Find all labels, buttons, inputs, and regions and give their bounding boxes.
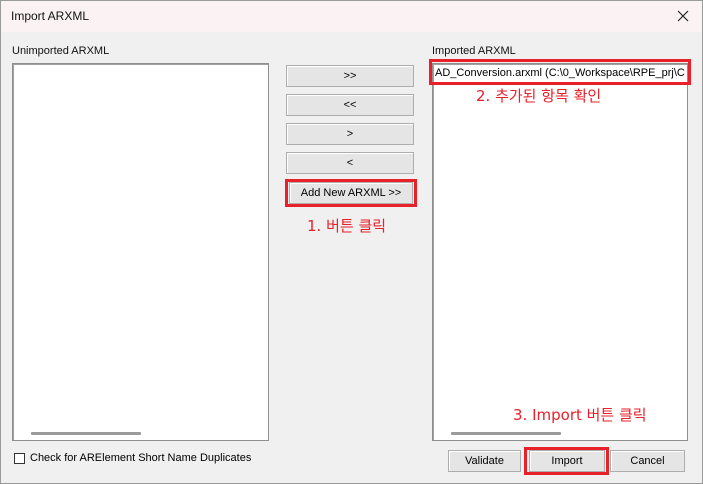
imported-label: Imported ARXML xyxy=(432,45,516,57)
highlight-import xyxy=(524,447,609,475)
close-button[interactable] xyxy=(670,4,696,28)
highlight-imported-item xyxy=(429,59,691,85)
import-arxml-dialog: Import ARXML Unimported ARXML >> << > < … xyxy=(0,0,703,484)
add-one-button[interactable]: > xyxy=(286,123,414,145)
cancel-button[interactable]: Cancel xyxy=(610,450,685,472)
unimported-listbox[interactable] xyxy=(12,63,269,441)
duplicate-check-checkbox[interactable] xyxy=(14,453,25,464)
annotation-step1: 1. 버튼 클릭 xyxy=(307,217,387,235)
duplicate-check-label: Check for ARElement Short Name Duplicate… xyxy=(30,452,252,464)
unimported-hscrollbar[interactable] xyxy=(31,432,141,435)
highlight-add-new xyxy=(285,179,417,207)
unimported-label: Unimported ARXML xyxy=(12,45,110,57)
add-all-button[interactable]: >> xyxy=(286,65,414,87)
title-bar: Import ARXML xyxy=(1,1,702,32)
window-title: Import ARXML xyxy=(11,9,90,23)
annotation-step3: 3. Import 버튼 클릭 xyxy=(513,406,647,424)
remove-all-button[interactable]: << xyxy=(286,94,414,116)
imported-listbox[interactable]: AD_Conversion.arxml (C:\0_Workspace\RPE_… xyxy=(432,63,688,441)
imported-hscrollbar[interactable] xyxy=(451,432,561,435)
validate-button[interactable]: Validate xyxy=(448,450,521,472)
remove-one-button[interactable]: < xyxy=(286,152,414,174)
close-icon xyxy=(677,10,689,22)
annotation-step2: 2. 추가된 항목 확인 xyxy=(476,87,602,105)
